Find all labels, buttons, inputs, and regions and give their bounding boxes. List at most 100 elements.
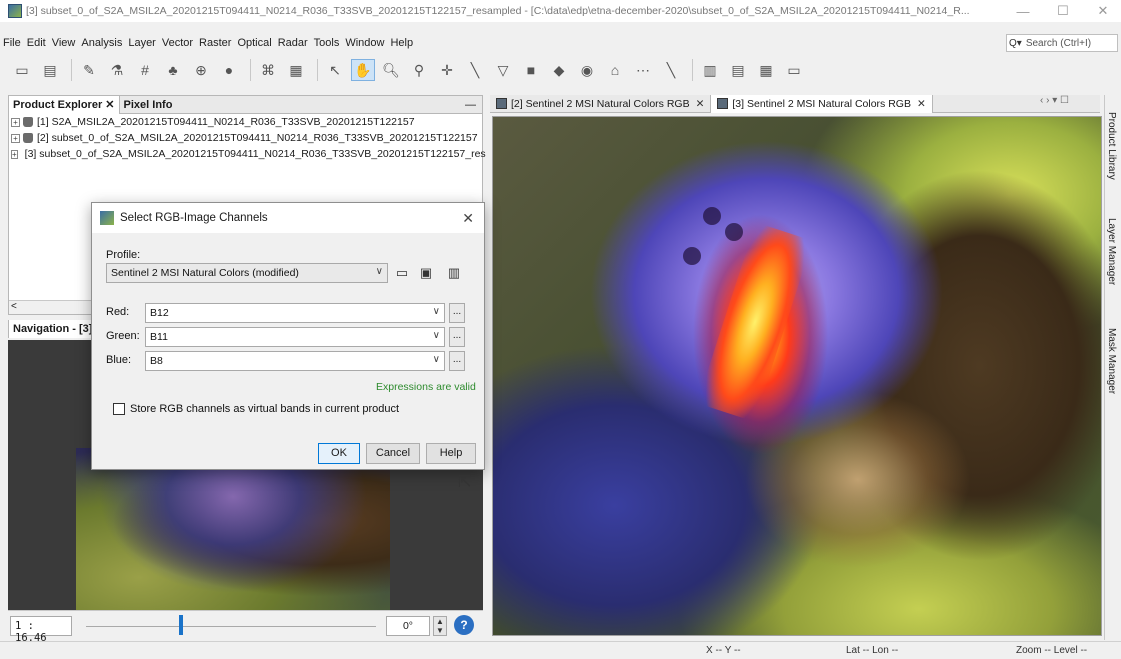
side-tab-mask-manager[interactable]: Mask Manager [1106,328,1117,394]
chevron-down-icon: ∨ [432,306,440,317]
menu-help[interactable]: Help [387,37,416,49]
tab-view-3[interactable]: [3] Sentinel 2 MSI Natural Colors RGB ✕ [710,94,933,113]
save-profile-icon[interactable]: ▣ [418,265,434,281]
zoom-slider-thumb[interactable] [178,615,183,635]
pin-placing-icon[interactable]: ⚲ [407,59,431,81]
rotation-field[interactable]: 0° [386,616,430,636]
rgb-image-view[interactable] [492,116,1102,636]
mouse-cursor-icon: ⇱ [458,474,472,491]
tile-single-icon[interactable]: ▭ [782,59,806,81]
navigation-thumbnail[interactable] [76,448,390,610]
open-product-icon[interactable]: ▭ [10,59,34,81]
close-tab-icon[interactable]: ✕ [917,95,926,113]
menu-file[interactable]: File [0,37,24,49]
magic-wand-icon[interactable]: ◉ [575,59,599,81]
help-icon[interactable]: ? [454,615,474,635]
tile-horizontal-icon[interactable]: ▥ [698,59,722,81]
graph-builder-icon[interactable]: ⌘ [256,59,280,81]
ruler-icon[interactable]: ⋯ [631,59,655,81]
search-input[interactable]: Q▾ Search (Ctrl+I) [1006,34,1118,52]
red-label: Red: [106,306,130,318]
menu-raster[interactable]: Raster [196,37,234,49]
blue-channel-select[interactable]: B8 ∨ [145,351,445,371]
zoom-tool-icon[interactable]: 🔍︎ [379,59,403,81]
tree-item-product-3[interactable]: + [3] subset_0_of_S2A_MSIL2A_20201215T09… [9,146,486,162]
profile-select[interactable]: Sentinel 2 MSI Natural Colors (modified)… [106,263,388,283]
expand-icon[interactable]: + [11,133,20,143]
green-label: Green: [106,330,140,342]
layer-icon[interactable]: ● [217,59,241,81]
pin-icon[interactable]: ♣ [161,59,185,81]
side-tab-product-library[interactable]: Product Library [1106,112,1117,180]
rotation-spinner[interactable]: ▲ ▼ [433,616,447,636]
gcp-placing-icon[interactable]: ✛ [435,59,459,81]
toolbar-separator [317,59,318,81]
menu-tools[interactable]: Tools [311,37,343,49]
validation-message: Expressions are valid [376,381,476,393]
tab-product-explorer[interactable]: Product Explorer ✕ [9,95,120,114]
toolbar-separator [250,59,251,81]
close-tab-icon[interactable]: ✕ [696,95,705,113]
tree-item-label: [3] subset_0_of_S2A_MSIL2A_20201215T0944… [24,148,486,160]
toolbar-separator [692,59,693,81]
cancel-button[interactable]: Cancel [366,443,420,464]
tile-grid-icon[interactable]: ▦ [754,59,778,81]
title-bar: [3] subset_0_of_S2A_MSIL2A_20201215T0944… [0,0,1121,22]
crater [725,223,743,241]
expand-icon[interactable]: + [11,149,18,159]
menu-radar[interactable]: Radar [275,37,311,49]
pan-tool-icon[interactable]: ✋ [351,59,375,81]
range-finder-icon[interactable]: ⌂ [603,59,627,81]
green-channel-select[interactable]: B11 ∨ [145,327,445,347]
band-maths-icon[interactable]: ✎ [77,59,101,81]
zoom-slider-track[interactable] [86,626,376,627]
wizard-icon[interactable]: ⚗ [105,59,129,81]
ok-button[interactable]: OK [318,443,360,464]
menu-window[interactable]: Window [342,37,387,49]
draw-line-icon[interactable]: ╲ [463,59,487,81]
open-profile-icon[interactable]: ▭ [394,265,410,281]
select-tool-icon[interactable]: ↖ [323,59,347,81]
virtual-bands-checkbox[interactable] [113,403,125,415]
draw-rectangle-icon[interactable]: ■ [519,59,543,81]
tree-item-product-2[interactable]: + [2] subset_0_of_S2A_MSIL2A_20201215T09… [9,130,482,146]
menu-vector[interactable]: Vector [159,37,196,49]
menu-edit[interactable]: Edit [24,37,49,49]
chevron-down-icon: ∨ [432,354,440,365]
view-tab-controls[interactable]: ‹ › ▾ ☐ [1040,95,1069,106]
expand-icon[interactable]: + [11,117,20,127]
menu-analysis[interactable]: Analysis [78,37,125,49]
maximize-button[interactable]: ☐ [1045,0,1081,22]
side-tab-layer-manager[interactable]: Layer Manager [1106,218,1117,285]
menu-layer[interactable]: Layer [125,37,159,49]
status-bar: X -- Y -- Lat -- Lon -- Zoom -- Level -- [0,641,1121,659]
gcp-icon[interactable]: ⊕ [189,59,213,81]
batch-icon[interactable]: ▦ [284,59,308,81]
close-icon[interactable]: ✕ [462,210,474,227]
blue-expression-button[interactable]: ... [449,351,465,371]
green-expression-button[interactable]: ... [449,327,465,347]
tab-label: [3] Sentinel 2 MSI Natural Colors RGB [732,97,911,110]
menu-optical[interactable]: Optical [234,37,274,49]
help-button[interactable]: Help [426,443,476,464]
tab-pixel-info[interactable]: Pixel Info [120,99,177,111]
tile-vertical-icon[interactable]: ▤ [726,59,750,81]
zoom-ratio-field[interactable]: 1 : 16.46 [10,616,72,644]
red-expression-button[interactable]: ... [449,303,465,323]
menu-view[interactable]: View [49,37,79,49]
close-window-button[interactable]: ✕ [1085,0,1121,22]
delete-profile-icon[interactable]: ▥ [446,265,462,281]
minimize-panel-icon[interactable]: — [465,99,476,111]
toolbar-separator [71,59,72,81]
dialog-title-bar: Select RGB-Image Channels [92,203,484,233]
save-product-icon[interactable]: ▤ [38,59,62,81]
statistics-icon[interactable]: # [133,59,157,81]
tree-item-product-1[interactable]: + [1] S2A_MSIL2A_20201215T094411_N0214_R… [9,114,482,130]
draw-ellipse-icon[interactable]: ◆ [547,59,571,81]
red-channel-select[interactable]: B12 ∨ [145,303,445,323]
draw-polygon-icon[interactable]: ▽ [491,59,515,81]
tab-view-2[interactable]: [2] Sentinel 2 MSI Natural Colors RGB ✕ [490,95,710,113]
measure-icon[interactable]: ╲ [659,59,683,81]
minimize-button[interactable]: — [1005,0,1041,22]
profile-value: Sentinel 2 MSI Natural Colors (modified) [111,267,299,279]
